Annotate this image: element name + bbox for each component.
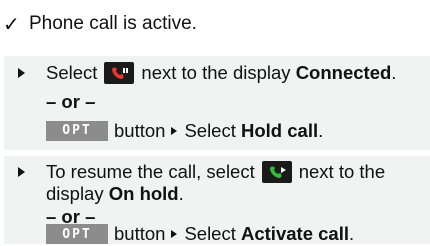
display-on-hold: On hold bbox=[108, 182, 179, 204]
step-hold-call: Select next to the display Connected. – … bbox=[4, 56, 430, 150]
menu-activate-call: Activate call bbox=[241, 223, 349, 244]
opt-button: OPT bbox=[46, 224, 108, 244]
prerequisite-text: Phone call is active. bbox=[29, 13, 197, 34]
step2-line4: OPT button Select Activate call. bbox=[4, 222, 430, 246]
bullet-triangle-icon bbox=[18, 67, 25, 78]
display-connected: Connected bbox=[295, 61, 392, 83]
step-resume-call: To resume the call, select next to the d… bbox=[4, 156, 430, 244]
prerequisite: ✓ Phone call is active. bbox=[3, 6, 197, 42]
step1-line1: Select next to the display Connected. bbox=[4, 59, 430, 86]
arrow-icon bbox=[171, 126, 178, 135]
menu-hold-call: Hold call bbox=[241, 119, 319, 141]
opt-button: OPT bbox=[46, 120, 108, 141]
arrow-icon bbox=[171, 230, 178, 238]
step1-line3: OPT button Select Hold call. bbox=[4, 117, 430, 144]
bullet-triangle-icon bbox=[18, 166, 25, 177]
phone-hang-up-icon bbox=[104, 61, 135, 84]
step1-or: – or – bbox=[46, 90, 96, 112]
checkmark-icon: ✓ bbox=[3, 13, 20, 36]
